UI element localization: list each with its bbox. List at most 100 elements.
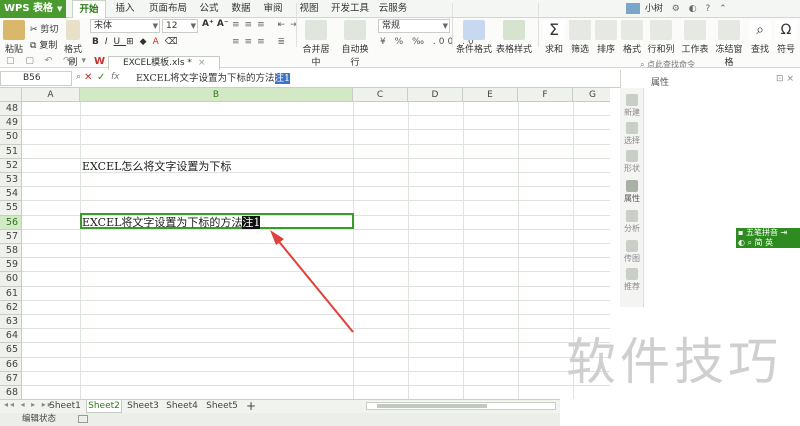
- zoom-icon[interactable]: ⌕: [76, 72, 81, 82]
- app-menu-button[interactable]: WPS 表格 ▼: [0, 0, 66, 18]
- tab-view[interactable]: 视图: [294, 0, 324, 18]
- pin-icon[interactable]: ⊡ ×: [776, 74, 794, 84]
- conditional-format-icon: [463, 20, 485, 40]
- side-tool-properties[interactable]: 属性: [620, 180, 644, 204]
- chevron-down-icon: ▼: [442, 22, 448, 30]
- conditional-format-button[interactable]: 条件格式: [456, 20, 492, 55]
- sheet-tab-1[interactable]: Sheet1: [48, 400, 82, 413]
- align-horizontal-group[interactable]: ≡≡≡ ≣: [232, 37, 290, 47]
- sheet-nav-icons[interactable]: ◂◂ ◂ ▸ ▸▸: [4, 400, 54, 409]
- lightbulb-icon: [626, 268, 638, 280]
- filter-icon: [569, 20, 591, 40]
- copy-button[interactable]: ⧉ 复制: [30, 38, 57, 51]
- ime-modes: ◐ ⌕ 简 英: [738, 238, 774, 247]
- scissors-icon: ✂: [30, 25, 38, 35]
- macro-icon[interactable]: [78, 415, 88, 423]
- italic-icon[interactable]: I: [105, 37, 114, 47]
- sum-button[interactable]: Σ 求和: [542, 20, 566, 55]
- align-top-group[interactable]: ≡≡≡ ⇤⇥: [232, 20, 303, 30]
- horizontal-scrollbar[interactable]: [366, 402, 556, 410]
- tab-review[interactable]: 审阅: [258, 0, 288, 18]
- font-style-group: BIU⊞◆A⌫: [92, 37, 184, 47]
- tab-data[interactable]: 数据: [226, 0, 256, 18]
- sheet-tab-5[interactable]: Sheet5: [204, 400, 240, 413]
- ime-name: ▪ 五笔拼音 ⇥: [738, 228, 788, 237]
- symbol-button[interactable]: Ω 符号: [774, 20, 798, 55]
- user-area: 小树 ⚙ ◐ ? ⌃: [626, 1, 800, 17]
- properties-icon: [626, 180, 638, 192]
- font-size-select[interactable]: 12 ▼: [162, 19, 198, 33]
- settings-icon[interactable]: ⚙: [672, 4, 680, 14]
- brush-icon: [66, 20, 80, 40]
- cancel-icon[interactable]: ✕: [84, 72, 92, 83]
- user-name[interactable]: 小树: [645, 4, 663, 14]
- fill-color-icon[interactable]: ◆: [140, 37, 153, 47]
- sort-button[interactable]: 排序: [594, 20, 618, 55]
- close-icon[interactable]: ×: [198, 58, 206, 68]
- bold-icon[interactable]: B: [92, 37, 105, 47]
- skin-icon[interactable]: ◐: [689, 4, 697, 14]
- sheet-tab-3[interactable]: Sheet3: [126, 400, 160, 413]
- chevron-down-icon: ▼: [57, 5, 63, 13]
- border-icon[interactable]: ⊞: [126, 37, 140, 47]
- ime-toolbar[interactable]: ▪ 五笔拼音 ⇥ ◐ ⌕ 简 英: [736, 228, 800, 248]
- underline-icon[interactable]: U: [114, 37, 127, 47]
- arrow-line: [275, 237, 354, 333]
- avatar[interactable]: [626, 3, 640, 14]
- number-format-select[interactable]: 常规 ▼: [378, 19, 450, 33]
- font-color-icon[interactable]: A: [153, 37, 165, 47]
- formula-input[interactable]: EXCEL将文字设置为下标的方法注1: [132, 71, 618, 86]
- side-tool-new[interactable]: 新建: [620, 94, 644, 118]
- find-button[interactable]: ⌕ 查找: [748, 20, 772, 55]
- image-icon: [626, 240, 638, 252]
- grow-font-icon[interactable]: A⁺ A⁻: [202, 19, 229, 29]
- font-name-select[interactable]: 宋体 ▼: [90, 19, 160, 33]
- separator: [452, 3, 453, 47]
- side-tool-shape[interactable]: 形状: [620, 150, 644, 174]
- annotation-arrow: [270, 230, 354, 333]
- side-tool-recommend[interactable]: 推荐: [620, 268, 644, 292]
- document-tab-bar: ▢ ▢ ↶ ↷ ▾ W: [0, 56, 620, 70]
- side-tool-select[interactable]: 选择: [620, 122, 644, 146]
- confirm-icon[interactable]: ✓: [97, 72, 105, 83]
- worksheet-button[interactable]: 工作表: [680, 20, 710, 55]
- side-tool-image[interactable]: 传图: [620, 240, 644, 264]
- spreadsheet-grid[interactable]: A B C D E F G 48 49 50 51 52 53 54 55 56 57 58 59 60…: [0, 88, 610, 399]
- sheet-tab-2[interactable]: Sheet2: [86, 400, 122, 413]
- scrollbar-thumb[interactable]: [377, 404, 487, 408]
- cut-button[interactable]: ✂ 剪切: [30, 22, 58, 35]
- paste-button[interactable]: 粘贴: [2, 20, 26, 55]
- quick-access-icons[interactable]: ▢ ▢ ↶ ↷ ▾: [6, 56, 90, 66]
- table-style-icon: [503, 20, 525, 40]
- add-sheet-button[interactable]: +: [244, 400, 258, 413]
- filter-button[interactable]: 筛选: [568, 20, 592, 55]
- tab-page-layout[interactable]: 页面布局: [144, 0, 192, 18]
- tab-developer[interactable]: 开发工具: [328, 0, 372, 18]
- tab-insert[interactable]: 插入: [110, 0, 140, 18]
- watermark: 软件技巧: [566, 333, 782, 391]
- name-box[interactable]: B56: [0, 71, 72, 86]
- tab-home[interactable]: 开始: [72, 0, 106, 18]
- table-style-button[interactable]: 表格样式: [496, 20, 532, 55]
- side-tool-analyze[interactable]: 分析: [620, 210, 644, 234]
- command-search[interactable]: ⌕ 点此查找命令: [640, 59, 798, 70]
- sigma-icon: Σ: [543, 20, 565, 40]
- wps-logo-icon: W: [94, 56, 106, 67]
- wrap-icon: [344, 20, 366, 40]
- rows-cols-button[interactable]: 行和列: [646, 20, 676, 55]
- collapse-icon[interactable]: ⌃: [719, 4, 727, 14]
- help-icon[interactable]: ?: [705, 4, 710, 14]
- search-icon: ⌕: [640, 60, 645, 69]
- separator: [538, 3, 539, 47]
- clear-format-icon[interactable]: ⌫: [165, 37, 184, 47]
- function-icon[interactable]: fx: [111, 72, 120, 82]
- clipboard-icon: [3, 20, 25, 40]
- document-tab[interactable]: EXCEL模板.xls * ×: [108, 56, 220, 70]
- sort-icon: [595, 20, 617, 40]
- sheet-tab-4[interactable]: Sheet4: [164, 400, 200, 413]
- merge-icon: [305, 20, 327, 40]
- format-button[interactable]: 格式: [620, 20, 644, 55]
- tab-cloud[interactable]: 云服务: [374, 0, 412, 18]
- tab-formulas[interactable]: 公式: [194, 0, 224, 18]
- arrow-head: [270, 230, 284, 245]
